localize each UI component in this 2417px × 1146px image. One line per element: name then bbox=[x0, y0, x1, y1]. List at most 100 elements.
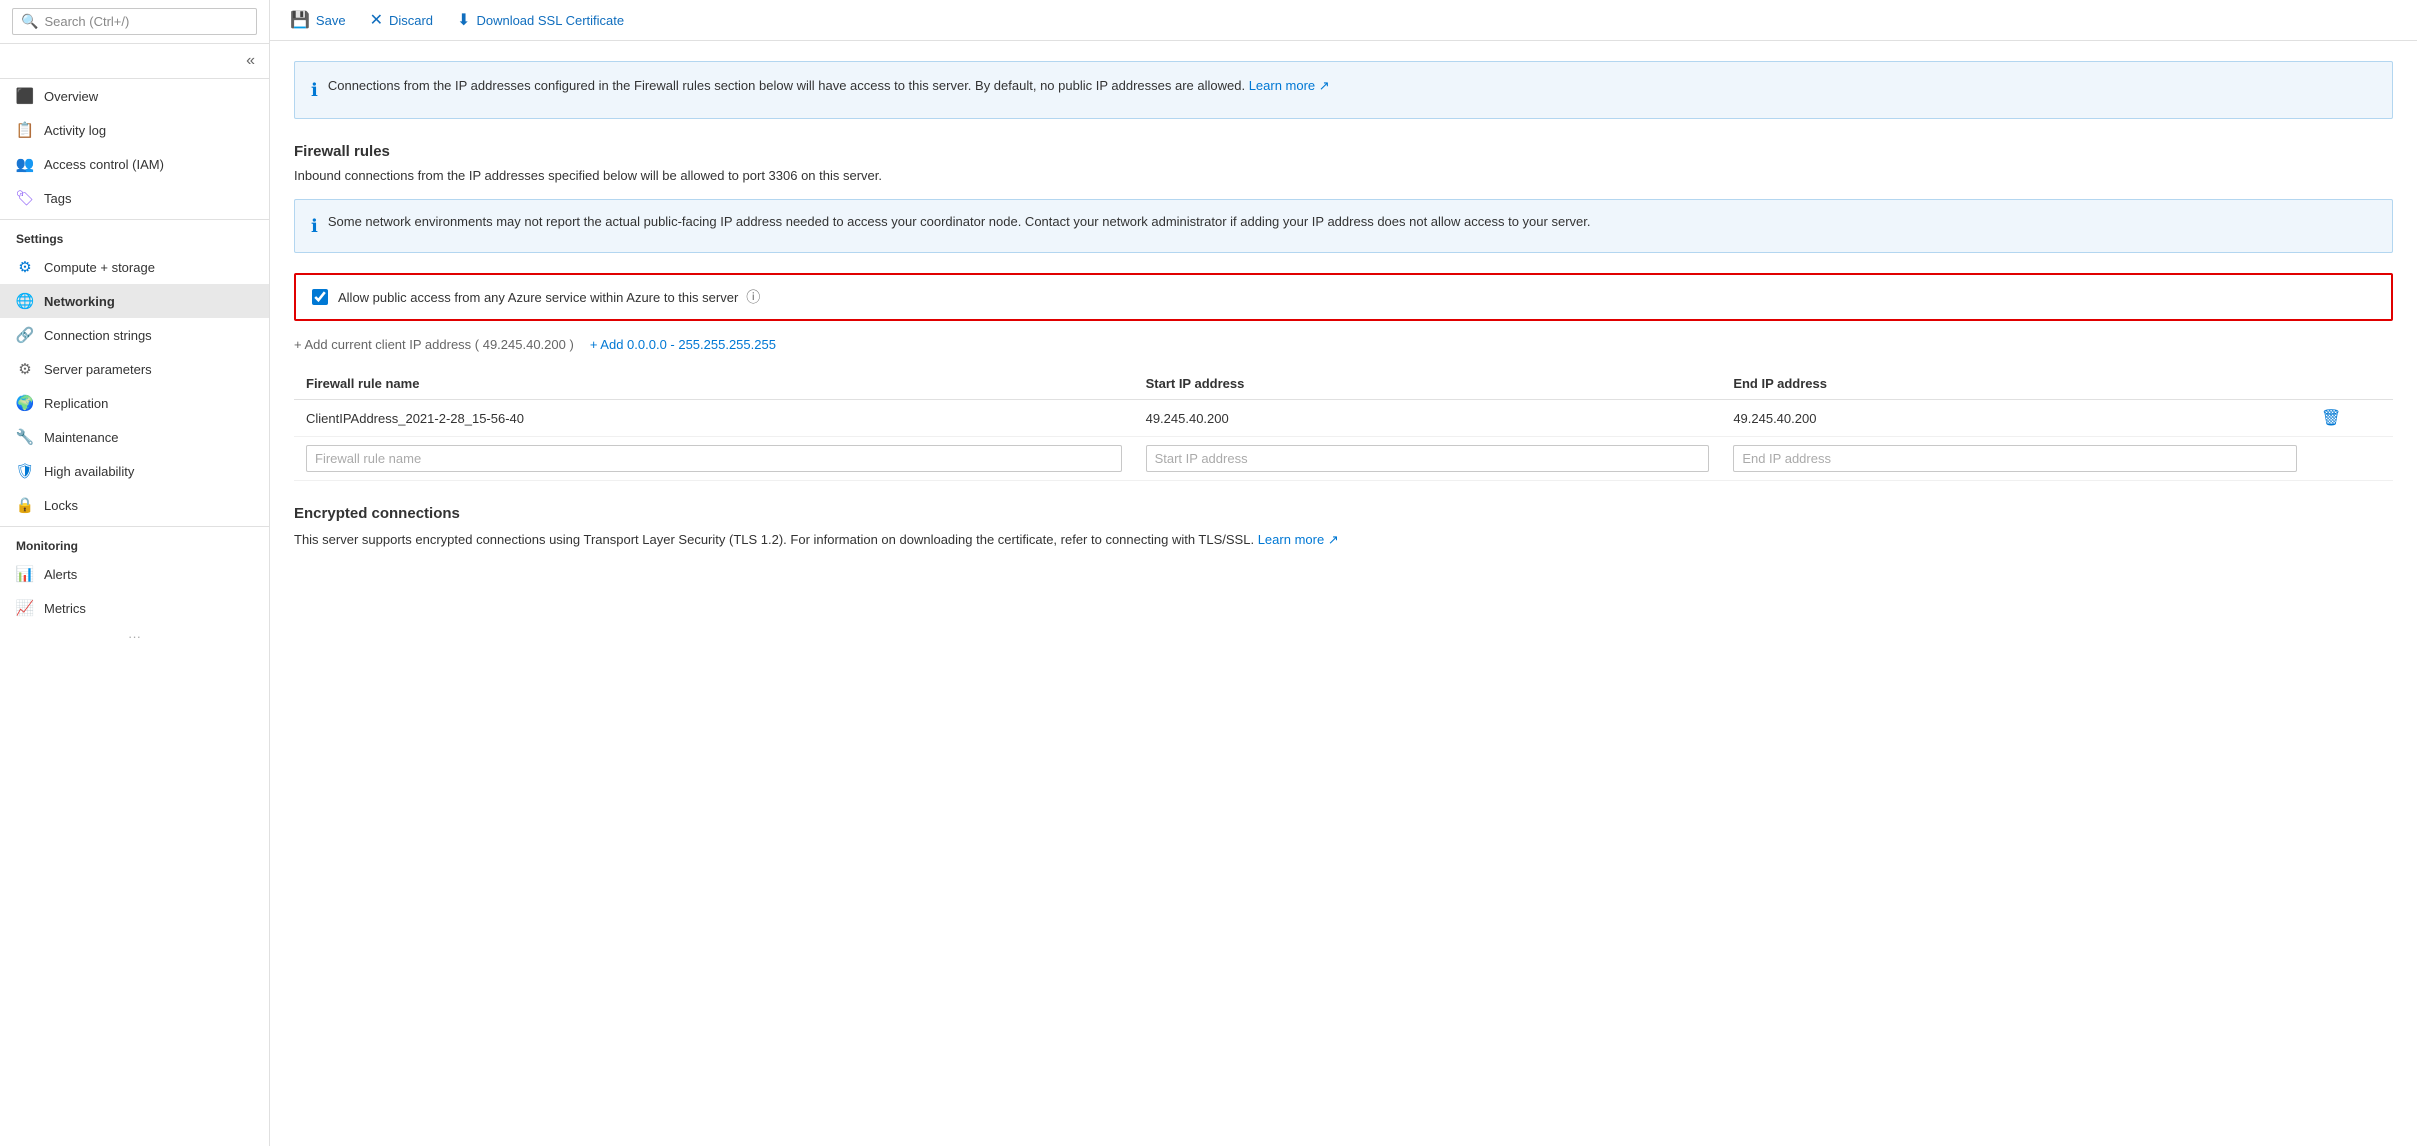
discard-button[interactable]: ✕ Discard bbox=[370, 10, 433, 30]
info-icon: ℹ bbox=[311, 77, 318, 104]
encrypted-connections-title: Encrypted connections bbox=[294, 505, 2393, 522]
start-ip-cell: 49.245.40.200 bbox=[1134, 400, 1722, 437]
sidebar-item-compute-storage[interactable]: ⚙ Compute + storage bbox=[0, 250, 269, 284]
search-placeholder: Search (Ctrl+/) bbox=[44, 14, 129, 29]
download-icon: ⬇ bbox=[457, 10, 470, 30]
firewall-rules-desc: Inbound connections from the IP addresse… bbox=[294, 168, 2393, 183]
encrypted-connections-desc: This server supports encrypted connectio… bbox=[294, 530, 2393, 550]
page-content: ℹ Connections from the IP addresses conf… bbox=[270, 41, 2417, 1146]
high-avail-icon: 🛡 bbox=[16, 462, 34, 480]
overview-icon: ⬛ bbox=[16, 87, 34, 105]
locks-icon: 🔒 bbox=[16, 496, 34, 514]
server-params-icon: ⚙ bbox=[16, 360, 34, 378]
new-start-ip-cell[interactable] bbox=[1134, 437, 1722, 481]
sidebar-item-alerts[interactable]: 📊 Alerts bbox=[0, 557, 269, 591]
settings-section-label: Settings bbox=[0, 219, 269, 250]
download-ssl-button[interactable]: ⬇ Download SSL Certificate bbox=[457, 10, 624, 30]
new-rule-name-cell[interactable] bbox=[294, 437, 1134, 481]
allow-azure-label[interactable]: Allow public access from any Azure servi… bbox=[338, 287, 760, 307]
new-row-action-cell bbox=[2309, 437, 2393, 481]
connection-strings-icon: 🔗 bbox=[16, 326, 34, 344]
main-content: 💾 Save ✕ Discard ⬇ Download SSL Certific… bbox=[270, 0, 2417, 1146]
collapse-icon: « bbox=[246, 52, 255, 70]
allow-azure-info-icon: ⓘ bbox=[746, 287, 760, 307]
sidebar-item-replication[interactable]: 🌍 Replication bbox=[0, 386, 269, 420]
col-header-end-ip: End IP address bbox=[1721, 368, 2309, 400]
net-info-icon: ℹ bbox=[311, 213, 318, 240]
new-rule-name-input[interactable] bbox=[306, 445, 1122, 472]
net-banner-text: Some network environments may not report… bbox=[328, 212, 1591, 240]
sidebar-item-label: Tags bbox=[44, 191, 71, 206]
add-ip-row: + Add current client IP address ( 49.245… bbox=[294, 337, 2393, 352]
metrics-icon: 📈 bbox=[16, 599, 34, 617]
sidebar-item-label: Overview bbox=[44, 89, 98, 104]
sidebar-item-label: Alerts bbox=[44, 567, 77, 582]
save-button[interactable]: 💾 Save bbox=[290, 10, 346, 30]
sidebar-item-activity-log[interactable]: 📋 Activity log bbox=[0, 113, 269, 147]
sidebar-item-access-control[interactable]: 👥 Access control (IAM) bbox=[0, 147, 269, 181]
new-start-ip-input[interactable] bbox=[1146, 445, 1710, 472]
sidebar-item-label: Activity log bbox=[44, 123, 106, 138]
external-link-icon-tls: ↗ bbox=[1328, 532, 1339, 547]
learn-more-link-banner[interactable]: Learn more ↗ bbox=[1249, 78, 1330, 93]
collapse-button[interactable]: « bbox=[0, 44, 269, 79]
allow-azure-checkbox[interactable] bbox=[312, 289, 328, 305]
sidebar-item-connection-strings[interactable]: 🔗 Connection strings bbox=[0, 318, 269, 352]
table-header-row: Firewall rule name Start IP address End … bbox=[294, 368, 2393, 400]
sidebar-item-label: Networking bbox=[44, 294, 115, 309]
allow-azure-row: Allow public access from any Azure servi… bbox=[294, 273, 2393, 321]
new-rule-row bbox=[294, 437, 2393, 481]
sidebar-item-high-availability[interactable]: 🛡 High availability bbox=[0, 454, 269, 488]
new-end-ip-cell[interactable] bbox=[1721, 437, 2309, 481]
sidebar-item-label: Server parameters bbox=[44, 362, 152, 377]
rule-name-cell: ClientIPAddress_2021-2-28_15-56-40 bbox=[294, 400, 1134, 437]
add-range-link[interactable]: + Add 0.0.0.0 - 255.255.255.255 bbox=[590, 337, 776, 352]
activity-icon: 📋 bbox=[16, 121, 34, 139]
sidebar-item-label: Maintenance bbox=[44, 430, 118, 445]
col-header-action bbox=[2309, 368, 2393, 400]
sidebar-item-label: Connection strings bbox=[44, 328, 152, 343]
sidebar-item-tags[interactable]: 🏷 Tags bbox=[0, 181, 269, 215]
maintenance-icon: 🔧 bbox=[16, 428, 34, 446]
col-header-rule-name: Firewall rule name bbox=[294, 368, 1134, 400]
sidebar-item-label: Compute + storage bbox=[44, 260, 155, 275]
network-info-banner: ℹ Some network environments may not repo… bbox=[294, 199, 2393, 253]
sidebar-item-label: Replication bbox=[44, 396, 108, 411]
save-label: Save bbox=[316, 13, 346, 28]
delete-icon[interactable]: 🗑 bbox=[2321, 410, 2341, 427]
info-banner-text: Connections from the IP addresses config… bbox=[328, 76, 1330, 104]
connection-info-banner: ℹ Connections from the IP addresses conf… bbox=[294, 61, 2393, 119]
search-bar[interactable]: 🔍 Search (Ctrl+/) bbox=[0, 0, 269, 44]
search-input-wrap[interactable]: 🔍 Search (Ctrl+/) bbox=[12, 8, 257, 35]
sidebar-item-label: Metrics bbox=[44, 601, 86, 616]
learn-more-tls-link[interactable]: Learn more ↗ bbox=[1258, 532, 1339, 547]
discard-label: Discard bbox=[389, 13, 433, 28]
sidebar-item-metrics[interactable]: 📈 Metrics bbox=[0, 591, 269, 625]
search-icon: 🔍 bbox=[21, 13, 38, 30]
sidebar-item-server-parameters[interactable]: ⚙ Server parameters bbox=[0, 352, 269, 386]
discard-icon: ✕ bbox=[370, 10, 383, 30]
sidebar-item-label: High availability bbox=[44, 464, 134, 479]
external-link-icon: ↗ bbox=[1319, 78, 1330, 93]
toolbar: 💾 Save ✕ Discard ⬇ Download SSL Certific… bbox=[270, 0, 2417, 41]
alerts-icon: 📊 bbox=[16, 565, 34, 583]
download-ssl-label: Download SSL Certificate bbox=[476, 13, 624, 28]
table-row: ClientIPAddress_2021-2-28_15-56-40 49.24… bbox=[294, 400, 2393, 437]
new-end-ip-input[interactable] bbox=[1733, 445, 2297, 472]
monitoring-section-label: Monitoring bbox=[0, 526, 269, 557]
sidebar-item-label: Access control (IAM) bbox=[44, 157, 164, 172]
networking-icon: 🌐 bbox=[16, 292, 34, 310]
sidebar-item-overview[interactable]: ⬛ Overview bbox=[0, 79, 269, 113]
sidebar-item-locks[interactable]: 🔒 Locks bbox=[0, 488, 269, 522]
firewall-table: Firewall rule name Start IP address End … bbox=[294, 368, 2393, 481]
people-icon: 👥 bbox=[16, 155, 34, 173]
add-client-ip-label: + Add current client IP address ( 49.245… bbox=[294, 337, 574, 352]
replication-icon: 🌍 bbox=[16, 394, 34, 412]
tag-icon: 🏷 bbox=[16, 189, 34, 207]
delete-cell[interactable]: 🗑 bbox=[2309, 400, 2393, 437]
compute-icon: ⚙ bbox=[16, 258, 34, 276]
sidebar-item-networking[interactable]: 🌐 Networking bbox=[0, 284, 269, 318]
sidebar-item-maintenance[interactable]: 🔧 Maintenance bbox=[0, 420, 269, 454]
sidebar: 🔍 Search (Ctrl+/) « ⬛ Overview 📋 Activit… bbox=[0, 0, 270, 1146]
scroll-hint: ··· bbox=[0, 625, 269, 648]
